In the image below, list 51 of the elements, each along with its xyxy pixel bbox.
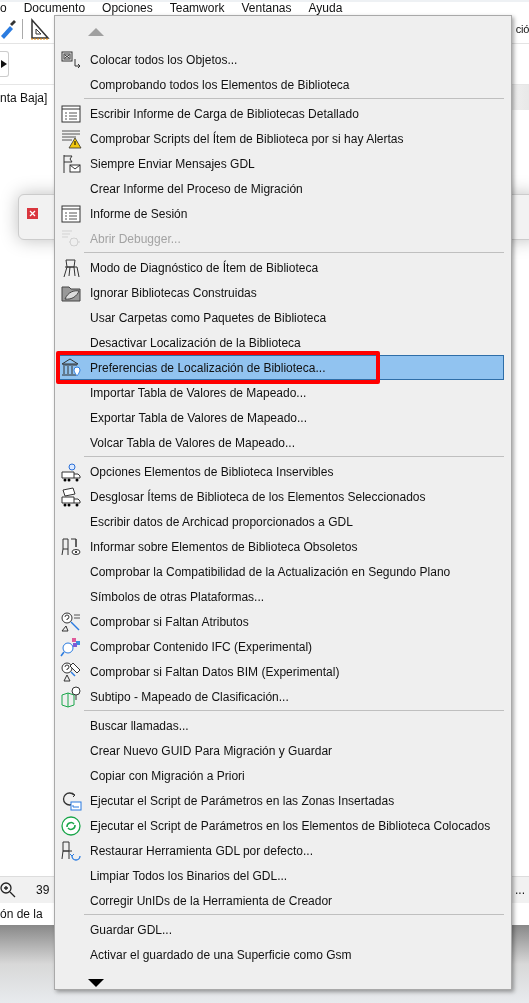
menu-item[interactable]: Crear Nuevo GUID Para Migración y Guardar [57,738,504,763]
menu-item[interactable]: Exportar Tabla de Valores de Mapeado... [57,405,504,430]
play-icon [1,60,7,68]
status-label: ... [515,883,525,897]
menu-item[interactable]: Activar el guardado de una Superficie como Gsm [57,942,504,967]
menu-item[interactable]: Guardar GDL... [57,917,504,942]
menu-item[interactable]: Desactivar Localización de la Biblioteca [57,330,504,355]
toolbar-label: ció [515,23,529,35]
menu-bar-item[interactable]: Ventanas [241,2,292,15]
menu-item[interactable]: Informar sobre Elementos de Biblioteca Obsoletos [57,534,504,559]
menu-item[interactable]: Restaurar Herramienta GDL por defecto... [57,838,504,863]
scroll-down-icon[interactable] [88,979,104,987]
menu-bar-item[interactable]: Ayuda [308,2,343,15]
menu-item[interactable]: Corregir UnIDs de la Herramienta de Creador [57,888,504,913]
menu-item[interactable]: Siempre Enviar Mensajes GDL [57,151,504,176]
menu-bar-item[interactable]: o [0,2,7,15]
menu-item[interactable]: Usar Carpetas como Paquetes de Biblioteca [57,305,504,330]
menu-item[interactable]: Comprobando todos los Elementos de Biblioteca [57,72,504,97]
status-text: ón de la [0,907,43,921]
zoom-icon[interactable] [0,882,16,898]
menu-item[interactable]: Comprobar la Compatibilidad de la Actualización en Segundo Plano [57,559,504,584]
menu-item[interactable]: Volcar Tabla de Valores de Mapeado... [57,430,504,455]
close-icon[interactable] [27,208,38,219]
menu-item[interactable]: Copiar con Migración a Priori [57,763,504,788]
menu-item[interactable]: Importar Tabla de Valores de Mapeado... [57,380,504,405]
menu-bar-item[interactable]: Opciones [102,2,153,15]
story-label: nta Baja] [0,90,48,105]
menu-item[interactable]: Símbolos de otras Plataformas... [57,584,504,609]
menu-item[interactable]: Comprobar Contenido IFC (Experimental) [57,634,504,659]
menu-item[interactable]: Ejecutar el Script de Parámetros en los Elementos de Biblioteca Colocados [57,813,504,838]
pen-icon[interactable] [0,18,16,40]
menu-item[interactable]: Opciones Elementos de Biblioteca Inservibles [57,459,504,484]
expand-button[interactable] [0,51,9,77]
menu-item[interactable]: Comprobar Scripts del Ítem de Biblioteca por si hay Alertas [57,126,504,151]
menu-item[interactable]: Modo de Diagnóstico de Ítem de Biblioteca [57,255,504,280]
menu-item[interactable]: Informe de Sesión [57,201,504,226]
menu-item[interactable]: Crear Informe del Proceso de Migración [57,176,504,201]
zoom-value: 39 [36,883,50,897]
menu-item[interactable]: Buscar llamadas... [57,713,504,738]
menu-bar-item[interactable]: Teamwork [169,2,225,15]
menu-item[interactable]: Escribir Informe de Carga de Bibliotecas Detallado [57,101,504,126]
menu-item[interactable]: Escribir datos de Archicad proporcionados a GDL [57,509,504,534]
menu-item[interactable]: Comprobar si Faltan Atributos [57,609,504,634]
menu-item[interactable]: Ignorar Bibliotecas Construidas [57,280,504,305]
menu-item[interactable]: Subtipo - Mapeado de Clasificación... [57,684,504,709]
menu-item[interactable]: Colocar todos los Objetos... [57,47,504,72]
menu-item[interactable]: Comprobar si Faltan Datos BIM (Experimental) [57,659,504,684]
menu-bar-item[interactable]: Documento [23,2,86,15]
menu-item[interactable]: Ejecutar el Script de Parámetros en las Zonas Insertadas [57,788,504,813]
menu-item[interactable]: Desglosar Ítems de Biblioteca de los Elementos Seleccionados [57,484,504,509]
menu-item[interactable]: Limpiar Todos los Binarios del GDL... [57,863,504,888]
